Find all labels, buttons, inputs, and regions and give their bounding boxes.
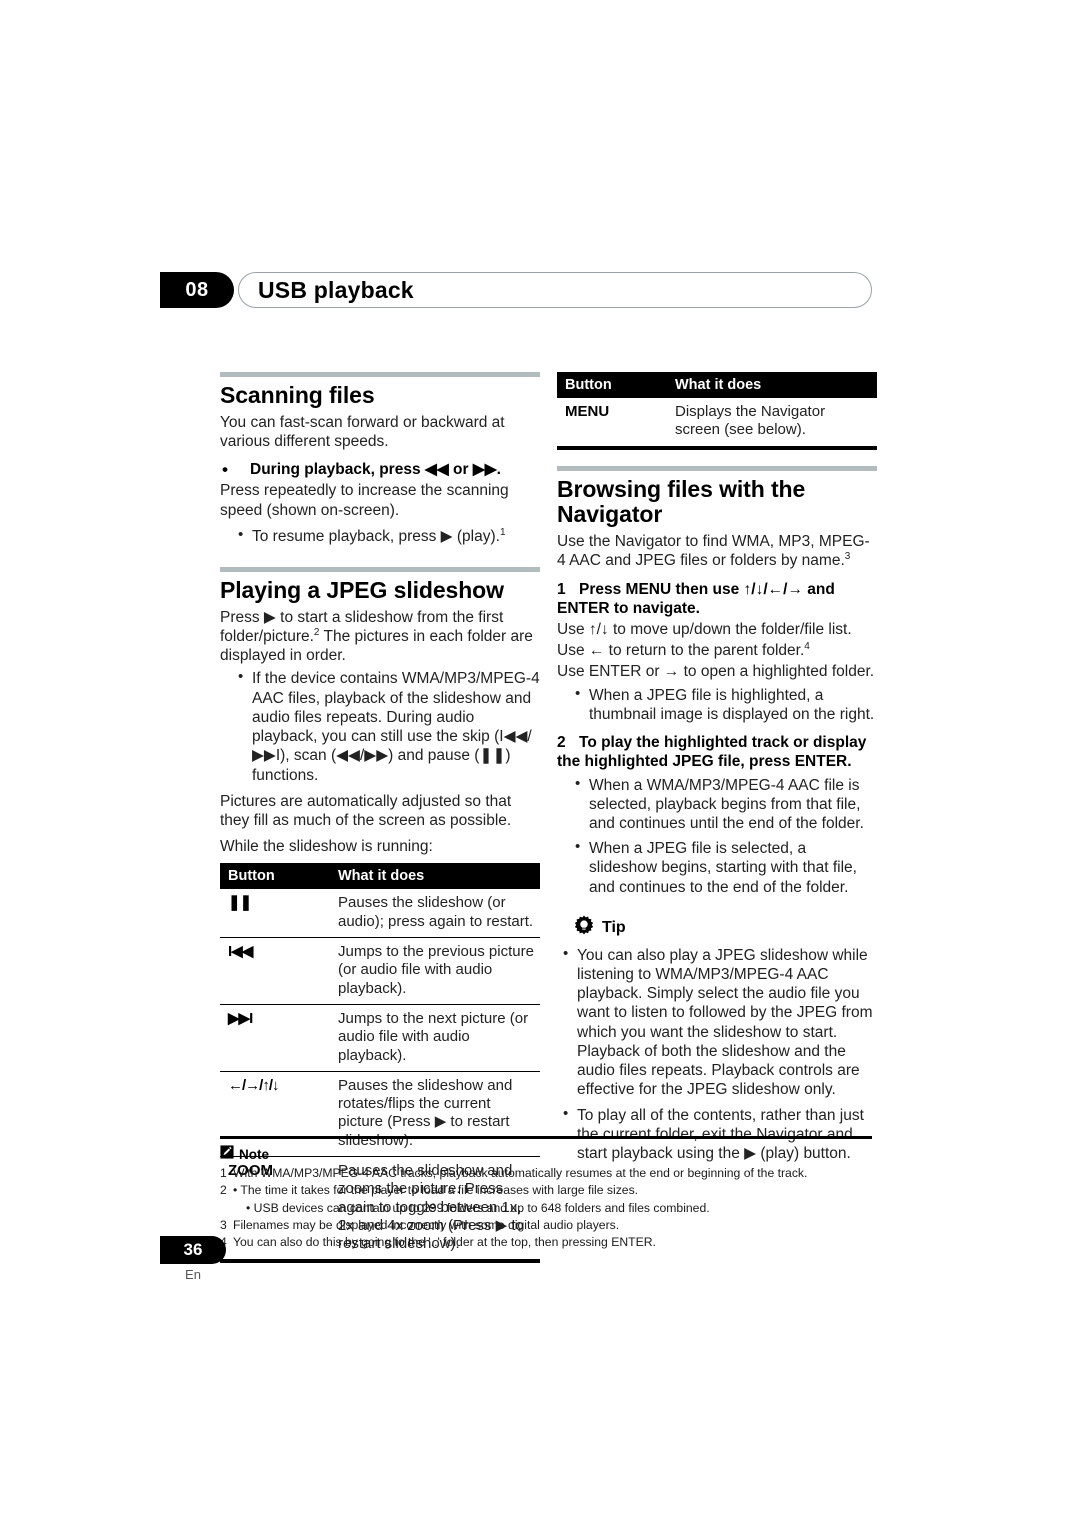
note-text: With WMA/MP3/MPEG-4 AAC tracks, playback… bbox=[233, 1166, 808, 1180]
tip-box: Tip You can also play a JPEG slideshow w… bbox=[557, 915, 877, 1163]
note-item: • USB devices can contain up to 299 fold… bbox=[220, 1200, 872, 1217]
pencil-note-icon bbox=[220, 1145, 234, 1164]
step-number: 1 bbox=[557, 580, 566, 598]
footnote-ref: 4 bbox=[804, 641, 810, 653]
left-column: Scanning files You can fast-scan forward… bbox=[220, 372, 540, 1264]
tip-bullets: You can also play a JPEG slideshow while… bbox=[557, 945, 877, 1163]
desc-cell: Jumps to the previous picture (or audio … bbox=[330, 937, 540, 1005]
right-column: Button What it does MENU Displays the Na… bbox=[557, 372, 877, 1170]
slideshow-para-after: Pictures are automatically adjusted so t… bbox=[220, 792, 512, 829]
table-header-row: Button What it does bbox=[220, 863, 540, 890]
manual-page: 08 USB playback Scanning files You can f… bbox=[0, 0, 1080, 1528]
running-header: 08 USB playback bbox=[160, 272, 872, 308]
list-item: When a WMA/MP3/MPEG-4 AAC file is select… bbox=[575, 775, 877, 834]
step1-line-1: Use ↑/↓ to move up/down the folder/file … bbox=[557, 620, 852, 638]
page-folio: 36 En bbox=[160, 1236, 226, 1282]
table-end-rule bbox=[220, 1259, 540, 1264]
slideshow-bullets: If the device contains WMA/MP3/MPEG-4 AA… bbox=[220, 668, 540, 784]
page-number-badge: 36 bbox=[160, 1236, 226, 1264]
note-item: 4You can also do this by going to the '.… bbox=[220, 1234, 872, 1251]
table-row: MENU Displays the Navigator screen (see … bbox=[557, 398, 877, 446]
step-text: To play the highlighted track or display… bbox=[557, 734, 867, 771]
button-cell: I◀◀ bbox=[220, 937, 330, 1005]
list-item: To resume playback, press ▶ (play).1 bbox=[238, 526, 540, 546]
section-rule bbox=[220, 372, 540, 377]
button-cell: ▶▶I bbox=[220, 1004, 330, 1072]
section-heading-scanning-files: Scanning files bbox=[220, 382, 375, 408]
note-text: You can also do this by going to the '..… bbox=[233, 1235, 656, 1250]
list-item: If the device contains WMA/MP3/MPEG-4 AA… bbox=[238, 668, 540, 784]
desc-cell: Displays the Navigator screen (see below… bbox=[675, 403, 826, 439]
browsing-intro: Use the Navigator to find WMA, MP3, MPEG… bbox=[557, 532, 877, 570]
browsing-intro-text: Use the Navigator to find WMA, MP3, MPEG… bbox=[557, 533, 870, 570]
notes-section: Note 1 With WMA/MP3/MPEG-4 AAC tracks, pl… bbox=[220, 1136, 872, 1252]
button-cell: ❚❚ bbox=[220, 889, 330, 939]
footnote-ref: 2 bbox=[313, 626, 320, 638]
scanning-sub-bullets: To resume playback, press ▶ (play).1 bbox=[220, 526, 540, 546]
step-number: 2 bbox=[557, 734, 566, 752]
note-item: 2 • The time it takes for the player to l… bbox=[220, 1182, 872, 1199]
list-item: When a JPEG file is highlighted, a thumb… bbox=[575, 685, 877, 724]
section-rule bbox=[220, 567, 540, 573]
table-row: ▶▶I Jumps to the next picture (or audio … bbox=[220, 1004, 540, 1072]
table-row: ❚❚ Pauses the slideshow (or audio); pres… bbox=[220, 889, 540, 939]
note-number: 2 bbox=[220, 1183, 227, 1198]
note-text: • USB devices can contain up to 299 fold… bbox=[246, 1200, 710, 1215]
list-item: When a JPEG file is selected, a slidesho… bbox=[575, 838, 877, 897]
step1-line-3: Use ENTER or → to open a highlighted fol… bbox=[557, 663, 875, 681]
list-item: You can also play a JPEG slideshow while… bbox=[563, 945, 877, 1100]
footnote-ref: 1 bbox=[499, 526, 506, 538]
note-label: Note bbox=[239, 1147, 269, 1162]
section-heading-browsing-files: Browsing files with the Navigator bbox=[557, 475, 806, 528]
note-text: Filenames may be displayed incorrectly w… bbox=[233, 1217, 620, 1232]
scanning-after-bullet: Press repeatedly to increase the scannin… bbox=[220, 482, 509, 519]
desc-cell: Pauses the slideshow (or audio); press a… bbox=[330, 889, 540, 939]
footnote-ref: 3 bbox=[844, 551, 851, 563]
note-number: 1 bbox=[220, 1166, 227, 1180]
step1-line-2-text: Use ← to return to the parent folder. bbox=[557, 642, 805, 660]
language-code: En bbox=[185, 1267, 201, 1282]
table-col-what-it-does: What it does bbox=[667, 372, 877, 398]
table-row: I◀◀ Jumps to the previous picture (or au… bbox=[220, 937, 540, 1005]
step-2: 2 To play the highlighted track or displa… bbox=[557, 733, 877, 771]
desc-cell: Jumps to the next picture (or audio file… bbox=[330, 1004, 540, 1072]
sub-bullet-text: To resume playback, press ▶ (play). bbox=[252, 527, 500, 545]
scanning-intro: You can fast-scan forward or backward at… bbox=[220, 413, 505, 450]
page-title: USB playback bbox=[258, 277, 414, 303]
note-header: Note bbox=[220, 1145, 872, 1164]
gear-lightbulb-icon bbox=[573, 915, 595, 942]
note-text: • The time it takes for the player to lo… bbox=[233, 1183, 639, 1198]
table-col-button: Button bbox=[557, 372, 667, 398]
scanning-action-bullet: During playback, press ◀◀ or ▶▶. bbox=[220, 459, 540, 480]
step-text: Press MENU then use ↑/↓/←/→ and ENTER to… bbox=[557, 580, 835, 617]
table-col-button: Button bbox=[220, 863, 330, 890]
table-col-what-it-does: What it does bbox=[330, 863, 540, 890]
notes-top-rule bbox=[220, 1136, 872, 1139]
step-1: 1 Press MENU then use ↑/↓/←/→ and ENTER t… bbox=[557, 580, 877, 618]
step1-line-2: Use ← to return to the parent folder.4 bbox=[557, 641, 877, 660]
slideshow-intro: Press ▶ to start a slideshow from the fi… bbox=[220, 608, 540, 666]
slideshow-para-running: While the slideshow is running: bbox=[220, 838, 433, 856]
section-heading-jpeg-slideshow: Playing a JPEG slideshow bbox=[220, 577, 504, 604]
chapter-number-badge: 08 bbox=[160, 272, 234, 308]
menu-button-table: Button What it does MENU Displays the Na… bbox=[557, 372, 877, 446]
step1-bullets: When a JPEG file is highlighted, a thumb… bbox=[557, 685, 877, 724]
tip-label: Tip bbox=[602, 919, 626, 937]
note-number: 3 bbox=[220, 1217, 227, 1232]
button-cell: MENU bbox=[565, 403, 610, 420]
tip-header: Tip bbox=[557, 915, 877, 942]
section-rule bbox=[557, 465, 877, 471]
note-item: 3 Filenames may be displayed incorrectly … bbox=[220, 1217, 872, 1234]
step2-bullets: When a WMA/MP3/MPEG-4 AAC file is select… bbox=[557, 775, 877, 897]
table-header-row: Button What it does bbox=[557, 372, 877, 398]
note-item: 1 With WMA/MP3/MPEG-4 AAC tracks, playbac… bbox=[220, 1165, 872, 1182]
